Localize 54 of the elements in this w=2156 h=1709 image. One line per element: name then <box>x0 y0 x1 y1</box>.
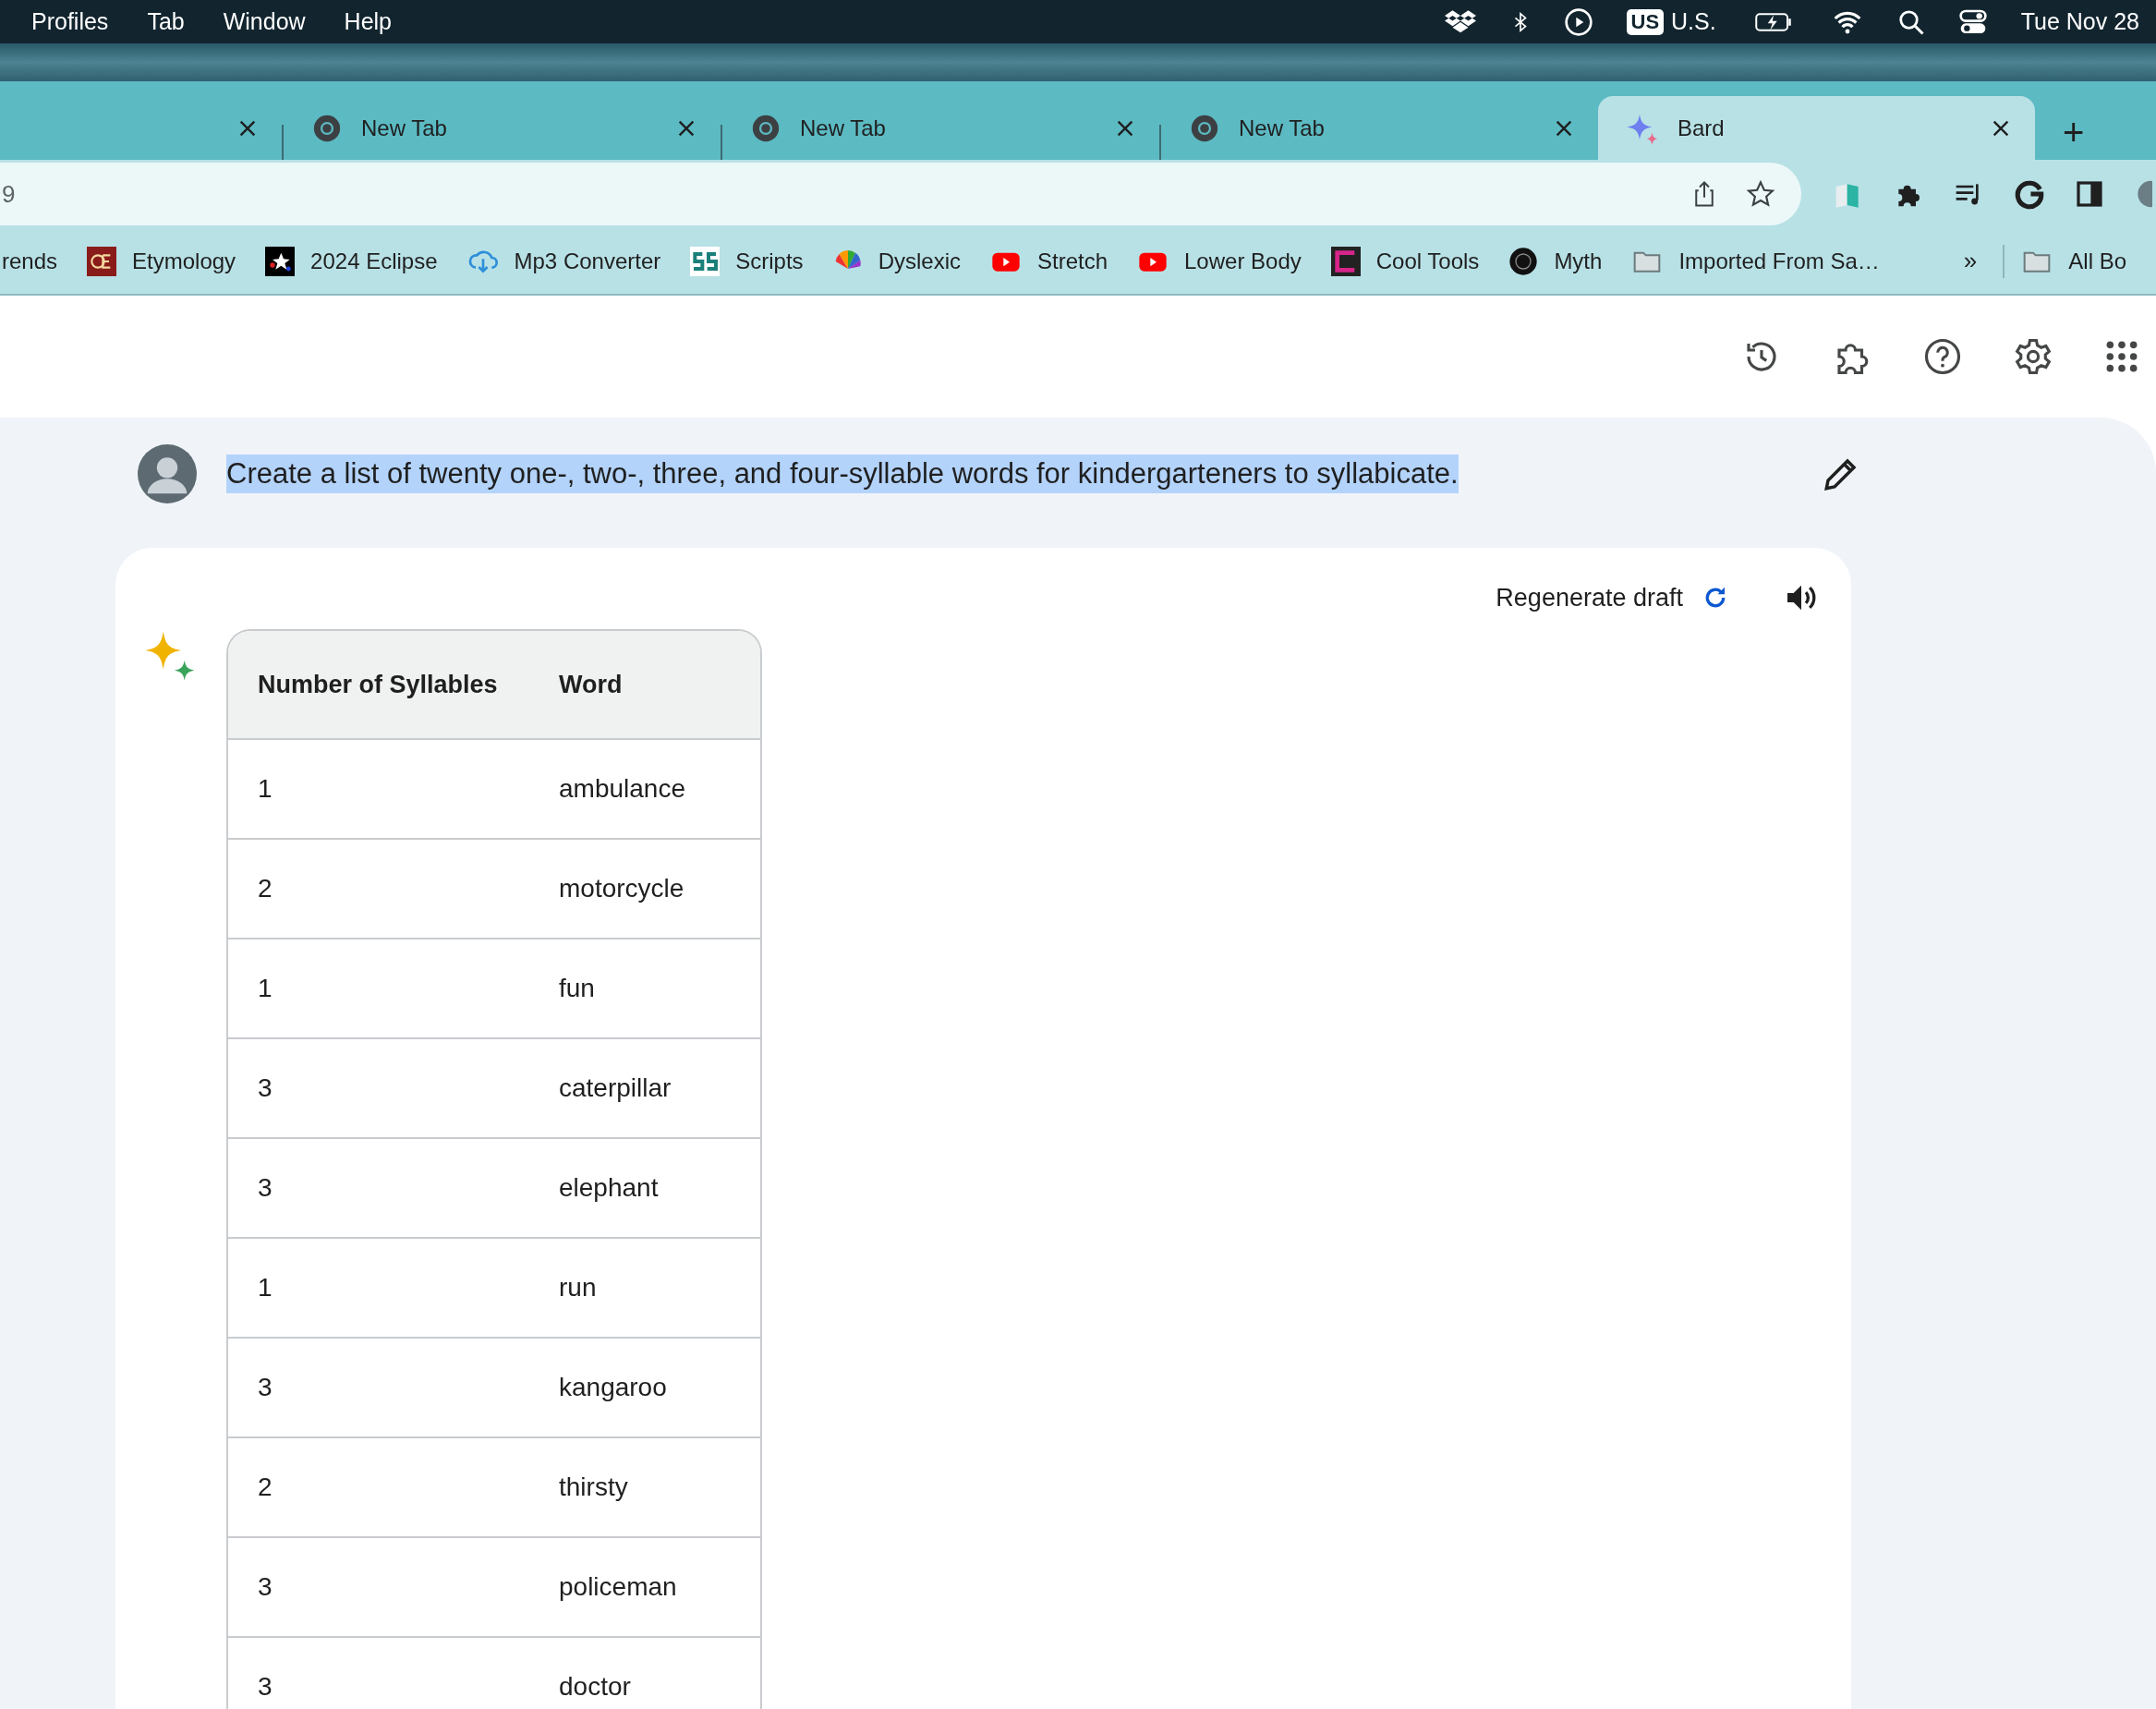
menu-item[interactable]: Tab <box>147 8 185 35</box>
bookmark[interactable]: Lower Body <box>1137 246 1302 276</box>
table-cell-text: 2 <box>257 1473 273 1502</box>
address-bar[interactable]: 9 <box>0 163 1801 225</box>
bookmark[interactable]: Scripts <box>690 246 804 276</box>
table-cell-text: 2 <box>257 874 273 903</box>
bookmark[interactable]: 2024 Eclipse <box>265 246 438 276</box>
table-cell-text: thirsty <box>558 1473 629 1502</box>
bookmark[interactable]: Cool Tools <box>1330 246 1480 276</box>
bookmark[interactable]: Stretch <box>989 246 1108 276</box>
tab-title: Bard <box>1678 115 1726 141</box>
clock: Tue Nov 28 <box>2020 8 2139 35</box>
bookmarks-overflow-button[interactable]: » <box>1957 246 1983 276</box>
new-tab-button[interactable]: + <box>2057 114 2090 151</box>
table-cell-text: 1 <box>257 774 273 804</box>
table-cell-text: 3 <box>257 1373 273 1402</box>
menu-item[interactable]: Profiles <box>31 8 109 35</box>
table-cell-text: caterpillar <box>558 1073 672 1103</box>
regenerate-draft-button[interactable]: Regenerate draft <box>1496 583 1683 612</box>
table-cell-text: doctor <box>558 1672 632 1702</box>
table-cell-text: 3 <box>257 1173 273 1203</box>
table-cell-text: 3 <box>257 1073 273 1103</box>
table-cell-text: ambulance <box>558 774 686 804</box>
column-header: Number of Syllables <box>257 670 499 699</box>
table-cell-text: 3 <box>257 1672 273 1702</box>
browser-tab[interactable]: Bard <box>1598 96 2035 160</box>
input-source-label[interactable]: U.S. <box>1671 8 1716 35</box>
browser-tab[interactable]: New Tab <box>722 96 1159 160</box>
browser-tab[interactable]: New Tab <box>1161 96 1598 160</box>
table-cell-text: run <box>558 1273 598 1303</box>
table-cell-text: elephant <box>558 1173 660 1203</box>
column-header: Word <box>558 670 624 699</box>
table-cell-text: 1 <box>257 974 273 1003</box>
bookmark[interactable]: Dyslexic <box>832 246 961 276</box>
prompt-text: Create a list of twenty one-, two-, three, and four-syllable words for kindergarteners to syllabicate. <box>226 455 1459 493</box>
table-cell-text: fun <box>558 974 596 1003</box>
browser-tab[interactable]: New Tab <box>284 96 721 160</box>
bookmark-folder[interactable]: All Bo <box>2021 246 2126 276</box>
bookmark[interactable]: Etymology <box>87 246 236 276</box>
tab-title: New Tab <box>800 115 887 141</box>
bookmark[interactable]: Mp3 Converter <box>466 246 661 276</box>
tab-title: New Tab <box>361 115 448 141</box>
bookmark[interactable]: rends <box>2 248 58 274</box>
table-cell-text: 1 <box>257 1273 273 1303</box>
table-cell-text: policeman <box>558 1572 678 1602</box>
tab-title: New Tab <box>1239 115 1326 141</box>
bookmark[interactable]: Imported From Sa… <box>1631 246 1880 276</box>
input-source-badge[interactable]: US <box>1626 8 1665 35</box>
table-cell-text: kangaroo <box>558 1373 668 1402</box>
menu-item[interactable]: Window <box>223 8 306 35</box>
table-cell-text: 3 <box>257 1572 273 1602</box>
menu-item[interactable]: Help <box>344 8 393 35</box>
bookmark[interactable]: Myth <box>1508 246 1603 276</box>
table-cell-text: motorcycle <box>558 874 685 903</box>
